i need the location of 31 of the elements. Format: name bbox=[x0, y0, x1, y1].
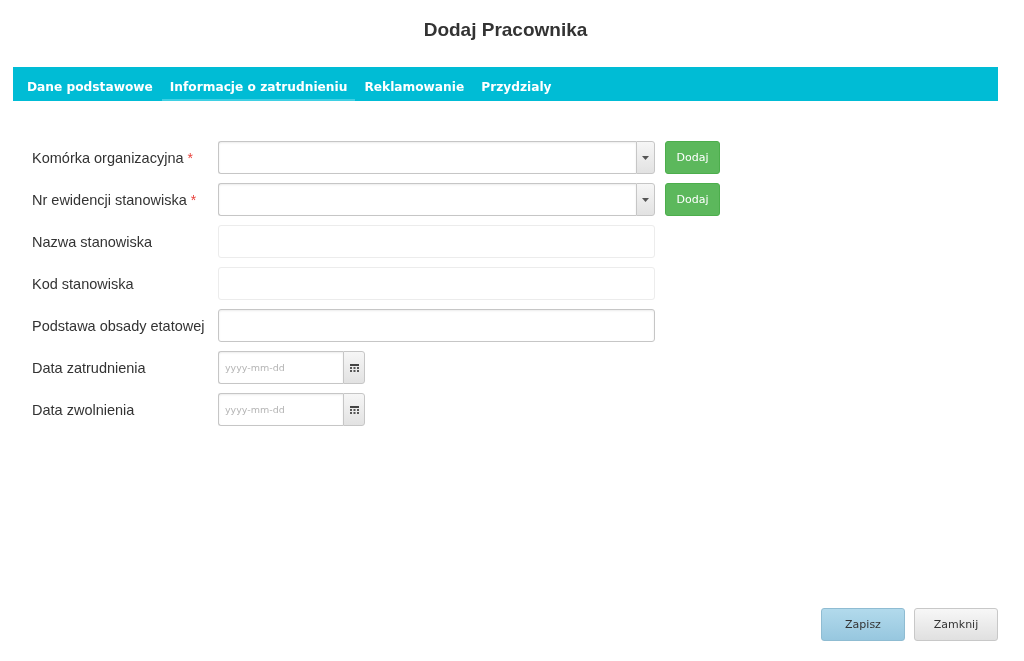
field-label: Data zatrudnienia bbox=[32, 359, 146, 376]
tab[interactable]: Reklamowanie bbox=[356, 75, 473, 101]
tab[interactable]: Dane podstawowe bbox=[19, 75, 161, 101]
dropdown-field[interactable] bbox=[218, 183, 636, 216]
tab[interactable]: Przydzialy bbox=[473, 75, 560, 101]
caret-icon bbox=[642, 197, 649, 202]
add-button[interactable]: Dodaj bbox=[665, 183, 720, 216]
dialog-title: Dodaj Pracownika bbox=[423, 19, 588, 41]
calendar-button[interactable] bbox=[343, 351, 365, 384]
calendar-icon bbox=[349, 405, 359, 414]
calendar-button[interactable] bbox=[343, 393, 365, 426]
field-label: Nr ewidencji stanowiska bbox=[32, 191, 187, 208]
caret-icon bbox=[642, 155, 649, 160]
calendar-icon bbox=[349, 363, 359, 372]
field-label: Nazwa stanowiska bbox=[32, 233, 153, 250]
tab[interactable]: Informacje o zatrudnieniu bbox=[161, 75, 356, 101]
field-label: Komórka organizacyjna bbox=[32, 149, 184, 166]
add-button[interactable]: Dodaj bbox=[665, 141, 720, 174]
text-field[interactable] bbox=[218, 309, 655, 342]
required-mark: * bbox=[187, 149, 193, 166]
field-label: Kod stanowiska bbox=[32, 275, 134, 292]
dropdown-toggle-button[interactable] bbox=[636, 183, 655, 216]
dropdown-field[interactable] bbox=[218, 141, 636, 174]
close-button[interactable]: Zamknij bbox=[914, 608, 998, 641]
dropdown-toggle-button[interactable] bbox=[636, 141, 655, 174]
field-label: Podstawa obsady etatowej bbox=[32, 317, 205, 334]
date-field[interactable]: yyyy-mm-dd bbox=[218, 351, 343, 384]
field-label: Data zwolnienia bbox=[32, 401, 135, 418]
save-button[interactable]: Zapisz bbox=[821, 608, 905, 641]
date-field[interactable]: yyyy-mm-dd bbox=[218, 393, 343, 426]
required-mark: * bbox=[190, 191, 197, 208]
